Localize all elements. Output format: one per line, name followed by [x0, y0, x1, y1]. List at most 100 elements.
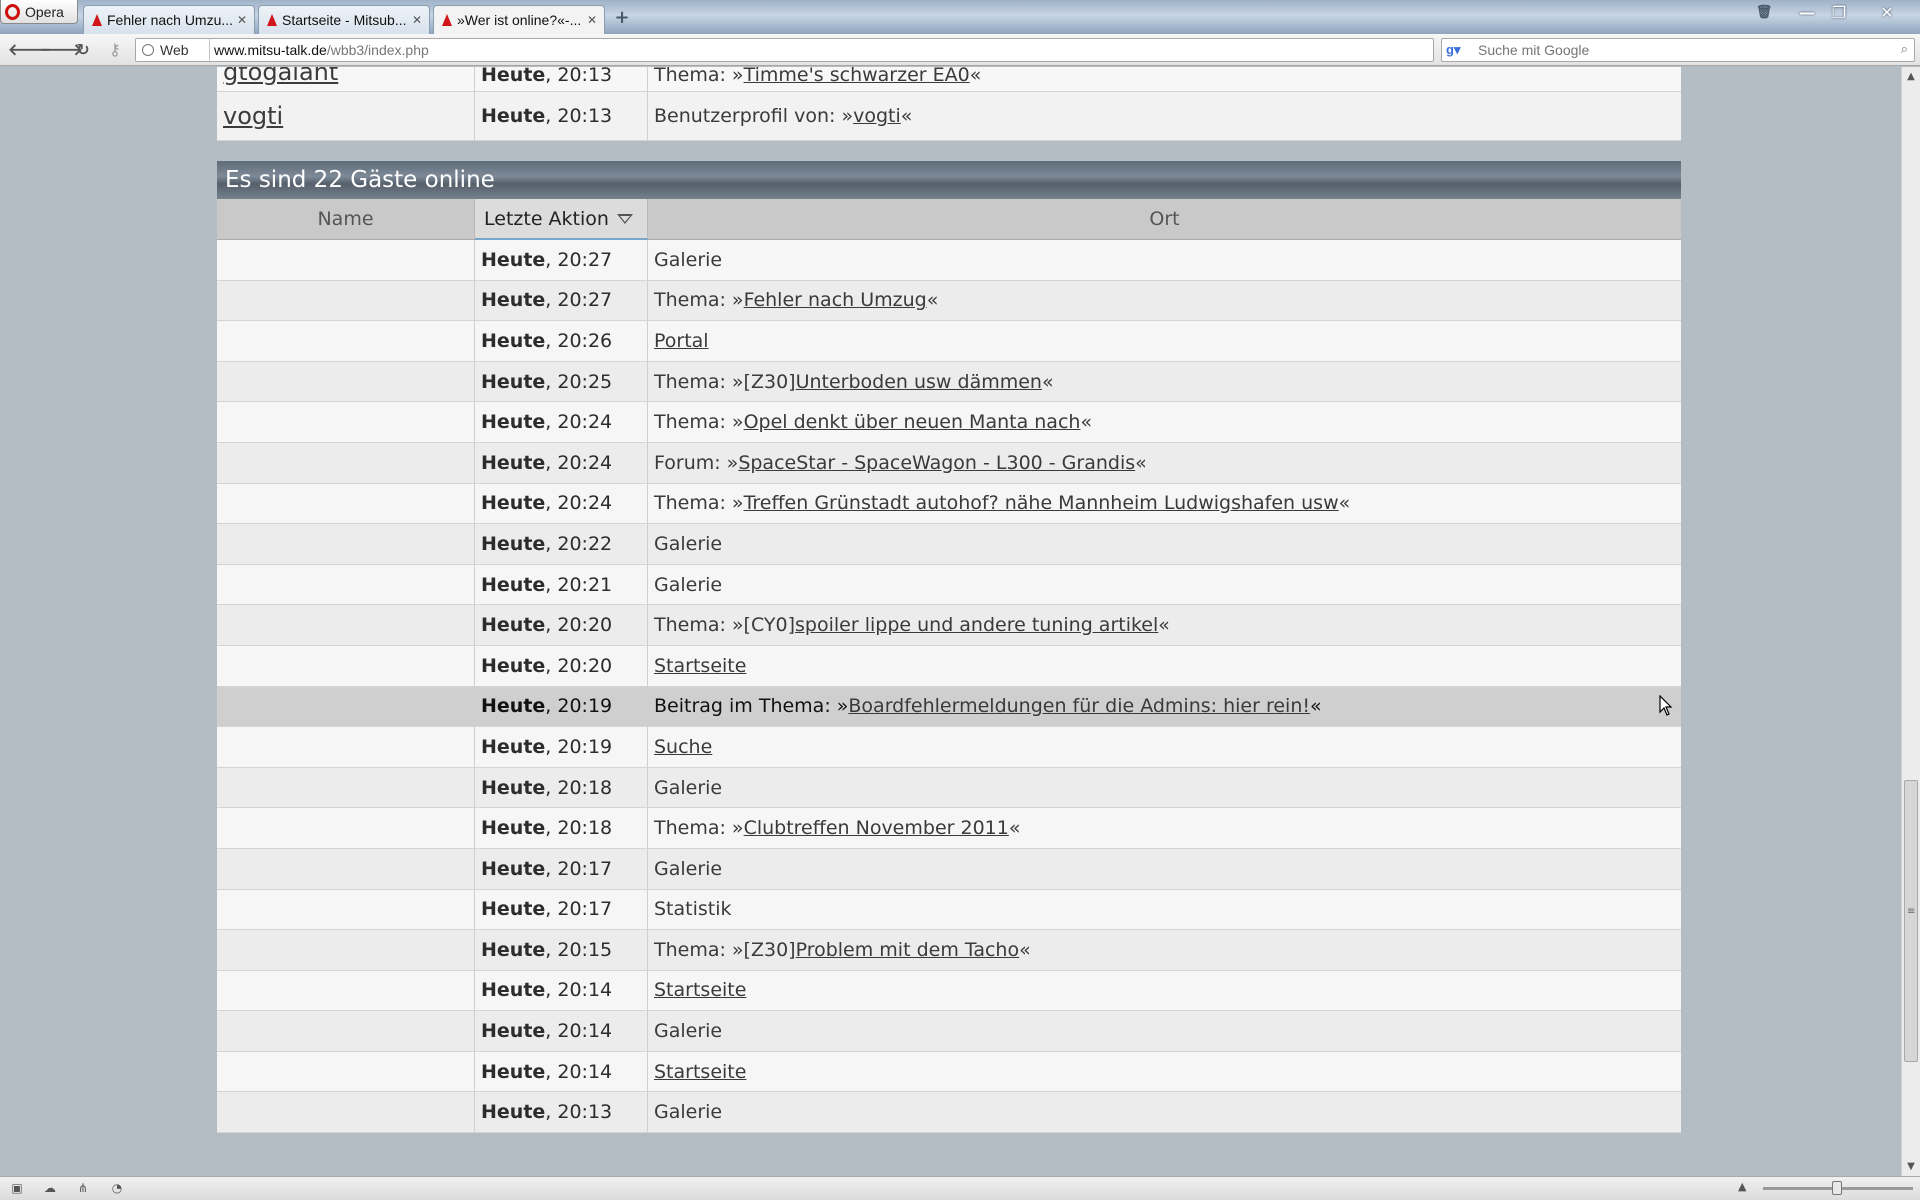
- google-engine-icon[interactable]: g▾: [1446, 42, 1476, 58]
- member-name: vogti: [217, 92, 475, 141]
- guest-location-cell: Thema: » Fehler nach Umzug «: [648, 280, 1681, 322]
- sort-descending-icon: [616, 213, 633, 224]
- location-link[interactable]: SpaceStar - SpaceWagon - L300 - Grandis: [738, 452, 1135, 474]
- guest-time-cell: Heute, 20:13: [475, 1092, 648, 1134]
- location-link[interactable]: Problem mit dem Tacho: [796, 939, 1020, 961]
- guests-title-text: Es sind 22 Gäste online: [225, 167, 495, 193]
- time-value: , 20:15: [545, 938, 613, 961]
- tab-close-icon[interactable]: ✕: [586, 13, 598, 27]
- search-icon[interactable]: ⌕: [1901, 41, 1908, 57]
- location-link[interactable]: Timme's schwarzer EA0: [744, 67, 970, 86]
- tab-fehler-nach-umzug[interactable]: Fehler nach Umzu... ✕: [83, 5, 255, 34]
- key-icon[interactable]: ⚷: [104, 39, 126, 61]
- zoom-slider-handle[interactable]: [1832, 1181, 1842, 1195]
- restore-icon[interactable]: ❐: [1825, 2, 1853, 24]
- location-link[interactable]: Startseite: [654, 1061, 746, 1083]
- guest-location-cell: Startseite: [648, 645, 1681, 687]
- scrollbar-thumb[interactable]: [1904, 780, 1918, 1062]
- zoom-slider[interactable]: [1763, 1181, 1913, 1195]
- search-input[interactable]: [1478, 40, 1878, 60]
- location-link[interactable]: Fehler nach Umzug: [744, 289, 927, 311]
- location-link[interactable]: Portal: [654, 330, 709, 352]
- guest-time-cell: Heute, 20:19: [475, 686, 648, 728]
- vertical-scrollbar[interactable]: ▲ ▼: [1901, 67, 1920, 1176]
- opera-link-icon[interactable]: ⋔: [74, 1181, 92, 1195]
- members-table: gtogalant Heute, 20:13 Thema: » Timme's s…: [217, 67, 1681, 141]
- column-header-name[interactable]: Name: [217, 199, 475, 240]
- member-link[interactable]: vogti: [223, 102, 283, 130]
- time-value: , 20:17: [545, 857, 613, 880]
- guests-table: Heute, 20:27 Galerie Heute, 20:27 Thema: » F…: [217, 240, 1681, 1134]
- location-link[interactable]: vogti: [853, 105, 901, 127]
- location-link[interactable]: Treffen Grünstadt autohof? nähe Mannheim…: [744, 492, 1339, 514]
- location-link[interactable]: Opel denkt über neuen Manta nach: [744, 411, 1081, 433]
- location-link[interactable]: Startseite: [654, 979, 746, 1001]
- guest-time-cell: Heute, 20:27: [475, 240, 648, 281]
- time-value: , 20:17: [545, 898, 613, 921]
- member-link[interactable]: gtogalant: [223, 67, 338, 86]
- guest-name-cell: [217, 930, 475, 971]
- tab-close-icon[interactable]: ✕: [411, 13, 423, 27]
- location-prefix: Galerie: [654, 532, 723, 555]
- opera-logo-icon: [5, 3, 20, 20]
- address-url[interactable]: www.mitsu-talk.de/wbb3/index.php: [214, 42, 429, 58]
- location-link[interactable]: Clubtreffen November 2011: [744, 817, 1009, 839]
- location-suffix: «: [969, 67, 982, 86]
- opera-unite-icon[interactable]: ☁: [41, 1181, 59, 1195]
- time-value: , 20:13: [545, 1101, 613, 1124]
- guest-time-cell: Heute, 20:24: [475, 442, 648, 484]
- guest-location-cell: Thema: » Opel denkt über neuen Manta nach…: [648, 402, 1681, 443]
- time-value: , 20:19: [545, 695, 613, 718]
- location-link[interactable]: Boardfehlermeldungen für die Admins: hie…: [848, 695, 1310, 717]
- time-day: Heute: [481, 695, 546, 718]
- tab-bar: Opera Fehler nach Umzu... ✕ Startseite -…: [0, 0, 1920, 34]
- reload-icon[interactable]: ↻: [72, 39, 94, 61]
- guest-name-cell: [217, 361, 475, 403]
- back-icon[interactable]: 🡐: [8, 39, 51, 61]
- guest-name-cell: [217, 767, 475, 809]
- time-value: , 20:20: [545, 654, 613, 677]
- column-header-last-action[interactable]: Letzte Aktion: [475, 199, 648, 240]
- panel-toggle-icon[interactable]: ▣: [8, 1181, 26, 1195]
- mitsubishi-favicon-icon: [265, 13, 279, 27]
- time-value: , 20:14: [545, 979, 613, 1002]
- guest-time-cell: Heute, 20:25: [475, 361, 648, 403]
- scroll-down-icon[interactable]: ▼: [1905, 1161, 1917, 1172]
- turbo-icon[interactable]: ◔: [108, 1181, 126, 1195]
- tab-startseite[interactable]: Startseite - Mitsub... ✕: [258, 5, 430, 34]
- time-value: , 20:26: [545, 329, 613, 352]
- guest-time-cell: Heute, 20:21: [475, 564, 648, 606]
- location-link[interactable]: Unterboden usw dämmen: [796, 371, 1042, 393]
- address-bar[interactable]: Web www.mitsu-talk.de/wbb3/index.php: [135, 38, 1434, 62]
- guest-time-cell: Heute, 20:17: [475, 848, 648, 890]
- location-link[interactable]: spoiler lippe und andere tuning artikel: [795, 614, 1158, 636]
- scroll-up-icon[interactable]: ▲: [1905, 71, 1917, 82]
- guest-name-cell: [217, 442, 475, 484]
- location-link[interactable]: Suche: [654, 736, 712, 758]
- new-tab-icon[interactable]: +: [612, 8, 632, 28]
- time-value: , 20:19: [545, 735, 613, 758]
- guest-time-cell: Heute, 20:15: [475, 930, 648, 971]
- location-suffix: «: [926, 289, 939, 312]
- location-prefix: Galerie: [654, 248, 723, 271]
- opera-menu-button[interactable]: Opera: [0, 0, 78, 24]
- search-box[interactable]: g▾ ⌕: [1441, 38, 1915, 62]
- close-window-icon[interactable]: ✕: [1873, 2, 1901, 24]
- mitsubishi-favicon-icon: [90, 13, 104, 27]
- forward-icon[interactable]: 🡒: [40, 39, 83, 61]
- guest-time-cell: Heute, 20:27: [475, 280, 648, 322]
- column-header-location[interactable]: Ort: [648, 199, 1681, 240]
- time-value: , 20:21: [545, 573, 613, 596]
- minimize-icon[interactable]: —: [1793, 2, 1821, 24]
- tab-close-icon[interactable]: ✕: [236, 13, 248, 27]
- tab-wer-ist-online[interactable]: »Wer ist online?«-... ✕: [433, 5, 605, 34]
- location-link[interactable]: Startseite: [654, 655, 746, 677]
- guest-name-cell: [217, 321, 475, 362]
- time-day: Heute: [481, 1101, 546, 1124]
- guest-name-cell: [217, 686, 475, 728]
- guests-table-header: Name Letzte Aktion Ort: [217, 199, 1681, 240]
- guest-name-cell: [217, 524, 475, 565]
- time-day: Heute: [481, 411, 546, 434]
- trash-icon[interactable]: 🗑: [1750, 2, 1778, 24]
- zoom-expand-icon[interactable]: ▲: [1738, 1180, 1746, 1193]
